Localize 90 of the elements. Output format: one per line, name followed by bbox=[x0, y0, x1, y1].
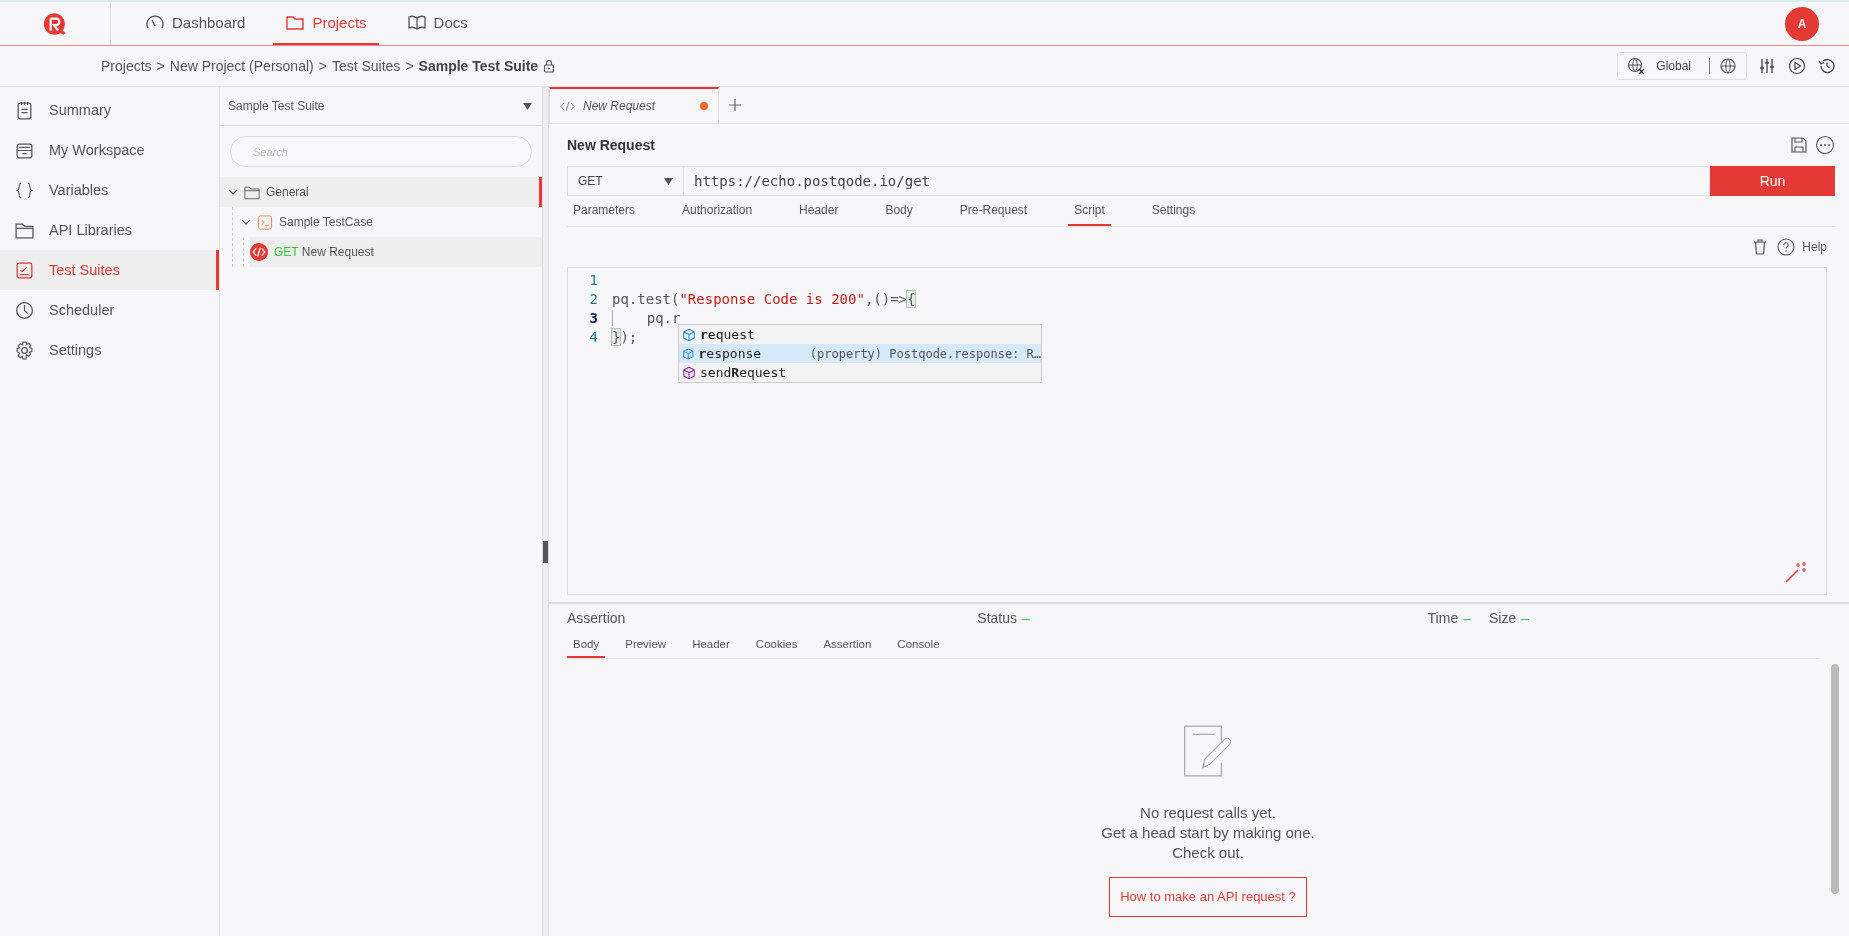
search-field[interactable]: Search bbox=[230, 136, 532, 167]
environment-selector[interactable]: Global bbox=[1617, 52, 1747, 80]
breadcrumb-item[interactable]: > bbox=[318, 58, 327, 74]
line-number: 3 bbox=[588, 309, 598, 326]
save-icon[interactable] bbox=[1789, 135, 1809, 155]
magic-wand-icon[interactable] bbox=[1784, 562, 1806, 584]
help-link[interactable]: Help bbox=[1802, 240, 1827, 254]
globe-x-icon bbox=[1626, 56, 1647, 76]
line-number: 2 bbox=[588, 290, 598, 307]
request-section-tab[interactable]: Header bbox=[793, 196, 845, 226]
folder-icon bbox=[244, 184, 260, 200]
play-icon[interactable] bbox=[1787, 56, 1807, 76]
resize-handle[interactable] bbox=[543, 540, 548, 563]
dropdown-caret-icon bbox=[664, 177, 673, 185]
cube-icon bbox=[682, 365, 696, 380]
logo-icon[interactable] bbox=[42, 11, 68, 36]
sidebar-item[interactable]: Summary bbox=[0, 90, 219, 130]
code-icon bbox=[560, 100, 575, 112]
globe-settings-icon bbox=[1718, 56, 1738, 76]
sidebar-item[interactable]: My Workspace bbox=[0, 130, 219, 170]
request-section-tab[interactable]: Body bbox=[879, 196, 919, 226]
tree-item[interactable]: General bbox=[220, 177, 542, 207]
size-value: – bbox=[1521, 610, 1529, 626]
request-section-tab[interactable]: Parameters bbox=[567, 196, 642, 226]
request-tab[interactable]: New Request bbox=[549, 87, 719, 123]
chevron-icon bbox=[241, 219, 251, 225]
empty-state-text: Check out. bbox=[1172, 843, 1244, 863]
size-label: Size bbox=[1488, 610, 1517, 626]
terminal-icon bbox=[257, 214, 273, 230]
code-icon bbox=[250, 243, 268, 261]
status-label: Status bbox=[977, 610, 1018, 626]
response-tab[interactable]: Body bbox=[567, 632, 606, 658]
sidebar-item[interactable]: Scheduler bbox=[0, 290, 219, 330]
nav-tab[interactable]: Dashboard bbox=[133, 2, 258, 45]
tree-item[interactable]: Sample TestCase bbox=[241, 207, 542, 237]
plus-icon[interactable] bbox=[729, 99, 741, 111]
response-tab[interactable]: Cookies bbox=[749, 632, 804, 658]
empty-state-text: No request calls yet. bbox=[1140, 803, 1276, 823]
response-tab[interactable]: Preview bbox=[619, 632, 673, 658]
code-editor[interactable]: 1 2 pq.test("Response Code is 200",()=>{ 3 pq.r 4 }); request response (property) Postqode.response: R… sendRequest bbox=[567, 267, 1827, 595]
time-label: Time bbox=[1427, 610, 1459, 626]
sidebar-item[interactable]: Test Suites bbox=[0, 250, 219, 290]
request-section-tab[interactable]: Pre-Request bbox=[953, 196, 1034, 226]
code-line: pq.test("Response Code is 200",()=>{ bbox=[612, 290, 916, 307]
breadcrumb-item[interactable]: Test Suites bbox=[331, 58, 401, 74]
breadcrumb-item[interactable]: > bbox=[156, 58, 165, 74]
run-button[interactable]: Run bbox=[1710, 166, 1835, 196]
assertion-title: Assertion bbox=[567, 610, 626, 626]
sidebar-item[interactable]: Settings bbox=[0, 330, 219, 370]
request-title: New Request bbox=[567, 137, 655, 153]
scrollbar[interactable] bbox=[1831, 664, 1839, 894]
how-to-link[interactable]: How to make an API request ? bbox=[1109, 877, 1307, 917]
response-tab[interactable]: Header bbox=[686, 632, 736, 658]
help-icon[interactable] bbox=[1776, 237, 1797, 257]
suggestion-item[interactable]: response (property) Postqode.response: R… bbox=[679, 344, 1041, 363]
cube-icon bbox=[682, 327, 696, 342]
response-tab[interactable]: Console bbox=[891, 632, 946, 658]
tree-item[interactable]: GET New Request bbox=[250, 237, 542, 267]
request-section-tab[interactable]: Script bbox=[1068, 196, 1111, 226]
cube-icon bbox=[682, 346, 695, 361]
status-value: – bbox=[1022, 610, 1030, 626]
line-number: 4 bbox=[588, 328, 598, 345]
user-avatar[interactable]: A bbox=[1785, 6, 1819, 41]
breadcrumb-item[interactable]: > bbox=[405, 58, 414, 74]
line-number: 1 bbox=[588, 271, 598, 288]
method-dropdown[interactable]: GET bbox=[567, 166, 684, 196]
suggestion-item[interactable]: sendRequest bbox=[679, 363, 1041, 382]
more-icon[interactable] bbox=[1815, 135, 1835, 155]
sidebar-item[interactable]: API Libraries bbox=[0, 210, 219, 250]
breadcrumb-item[interactable]: New Project (Personal) bbox=[169, 58, 314, 74]
nav-tab[interactable]: Projects bbox=[273, 2, 379, 45]
nav-tab[interactable]: Docs bbox=[394, 2, 480, 45]
sliders-icon[interactable] bbox=[1757, 56, 1777, 76]
request-section-tab[interactable]: Authorization bbox=[676, 196, 759, 226]
chevron-icon bbox=[228, 189, 238, 195]
breadcrumb-item[interactable]: Projects bbox=[101, 58, 152, 74]
settings-icon bbox=[14, 339, 35, 361]
dropdown-caret-icon bbox=[523, 102, 532, 110]
breadcrumb-current: Sample Test Suite bbox=[418, 58, 539, 74]
time-value: – bbox=[1463, 610, 1471, 626]
suite-dropdown[interactable]: Sample Test Suite bbox=[220, 87, 542, 126]
response-tab[interactable]: Assertion bbox=[817, 632, 878, 658]
request-section-tab[interactable]: Settings bbox=[1145, 196, 1202, 226]
sidebar-item[interactable]: Variables bbox=[0, 170, 219, 210]
url-field[interactable]: https://echo.postqode.io/get bbox=[684, 166, 1710, 196]
suggestion-item[interactable]: request bbox=[679, 325, 1041, 344]
empty-state-text: Get a head start by making one. bbox=[1101, 823, 1315, 843]
history-icon[interactable] bbox=[1817, 56, 1837, 76]
code-line: }); bbox=[612, 328, 638, 345]
clock-icon bbox=[14, 299, 35, 321]
